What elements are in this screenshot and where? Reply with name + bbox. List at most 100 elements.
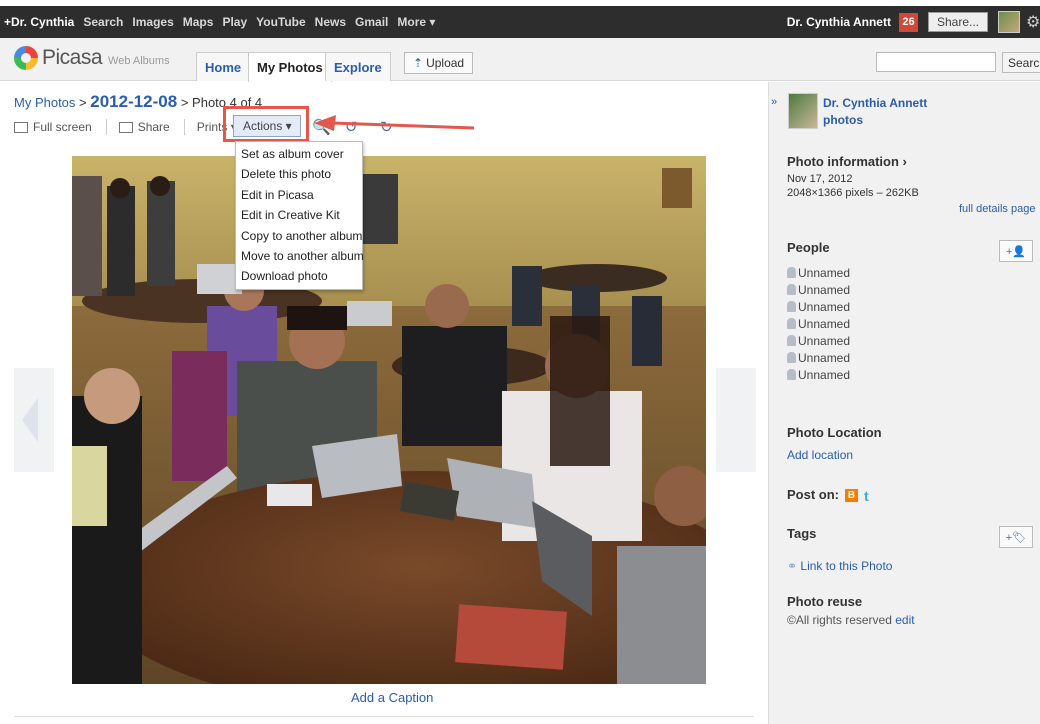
blogger-icon[interactable]: B (845, 489, 858, 503)
photo-information-heading[interactable]: Photo information › (787, 154, 907, 169)
rights-row: ©All rights reserved edit (787, 613, 915, 627)
share-photo-button[interactable]: Share (118, 120, 170, 134)
gbar-link-more[interactable]: More ▾ (397, 15, 435, 29)
gbar-link-play[interactable]: Play (222, 15, 247, 29)
main-photo (72, 156, 706, 684)
photo-reuse-heading: Photo reuse (787, 594, 863, 609)
person-icon (787, 267, 796, 278)
search-input[interactable] (876, 52, 996, 72)
toolbar-divider (183, 119, 185, 135)
upload-label: Upload (426, 56, 465, 70)
owner-photos-link[interactable]: photos (823, 113, 863, 127)
people-list: Unnamed Unnamed Unnamed Unnamed Unnamed … (787, 264, 850, 383)
list-item[interactable]: Unnamed (787, 281, 850, 298)
menu-item-move-to-album[interactable]: Move to another album (236, 246, 364, 266)
edit-rights-link[interactable]: edit (895, 613, 914, 627)
add-tag-icon: +🏷 (1005, 531, 1027, 544)
menu-item-edit-in-creative-kit[interactable]: Edit in Creative Kit (236, 205, 362, 225)
picasa-pinwheel-icon (14, 46, 38, 70)
owner-avatar[interactable] (788, 93, 818, 129)
account-avatar[interactable] (998, 11, 1020, 33)
photo-date: Nov 17, 2012 (787, 173, 853, 185)
full-details-link[interactable]: full details page (959, 203, 1035, 215)
tab-home[interactable]: Home (196, 52, 251, 81)
person-icon (787, 369, 796, 380)
people-heading: People (787, 240, 830, 255)
link-to-photo-label: Link to this Photo (800, 559, 893, 573)
gbar-link-search[interactable]: Search (83, 15, 123, 29)
fullscreen-label: Full screen (33, 120, 92, 134)
logo-subtitle: Web Albums (108, 55, 170, 67)
toolbar-divider (105, 119, 107, 135)
photo-toolbar: Full screen Share Prints ▾ (14, 116, 251, 138)
gbar-link-maps[interactable]: Maps (183, 15, 214, 29)
account-name[interactable]: Dr. Cynthia Annett (787, 15, 891, 29)
tab-my-photos[interactable]: My Photos (248, 52, 332, 82)
upload-button[interactable]: ⇡ Upload (404, 52, 474, 74)
google-bar: +Dr. Cynthia Search Images Maps Play You… (0, 0, 1040, 38)
fullscreen-button[interactable]: Full screen (14, 120, 92, 134)
add-location-link[interactable]: Add location (787, 448, 853, 462)
share-photo-label: Share (137, 120, 170, 134)
list-item[interactable]: Unnamed (787, 366, 850, 383)
menu-item-set-album-cover[interactable]: Set as album cover (236, 144, 362, 164)
link-to-photo[interactable]: ⚭ Link to this Photo (787, 559, 892, 573)
annotation-arrow (314, 115, 475, 131)
menu-item-delete-photo[interactable]: Delete this photo (236, 164, 362, 184)
gbar-link-gmail[interactable]: Gmail (355, 15, 388, 29)
tab-explore[interactable]: Explore (325, 52, 391, 81)
list-item[interactable]: Unnamed (787, 264, 850, 281)
list-item[interactable]: Unnamed (787, 349, 850, 366)
search-button[interactable]: Search (1002, 52, 1040, 73)
envelope-icon (118, 121, 133, 133)
rights-text: All rights reserved (795, 613, 892, 627)
menu-item-download-photo[interactable]: Download photo (236, 266, 362, 286)
photo-location-heading: Photo Location (787, 425, 882, 440)
list-item[interactable]: Unnamed (787, 332, 850, 349)
fullscreen-icon (14, 121, 28, 133)
notification-badge[interactable]: 26 (898, 12, 918, 32)
highlight-box (223, 106, 309, 142)
collapse-sidebar-button[interactable]: » (771, 96, 777, 108)
person-icon (787, 318, 796, 329)
list-item[interactable]: Unnamed (787, 315, 850, 332)
breadcrumb-album[interactable]: 2012-12-08 (90, 92, 177, 111)
menu-item-edit-in-picasa[interactable]: Edit in Picasa (236, 185, 362, 205)
tags-heading: Tags (787, 526, 817, 541)
link-icon: ⚭ (787, 559, 798, 573)
bottom-divider (14, 716, 754, 724)
gbar-link-profile[interactable]: +Dr. Cynthia (4, 15, 74, 29)
add-person-button[interactable]: +👤 (999, 240, 1033, 262)
copyright-icon: © (787, 613, 796, 627)
post-on-row: Post on: Bt (787, 487, 869, 504)
actions-menu: Set as album cover Delete this photo Edi… (235, 141, 364, 290)
next-photo-button[interactable] (716, 368, 756, 472)
photo-dimensions: 2048×1366 pixels – 262KB (787, 187, 919, 199)
breadcrumb-separator: > (75, 95, 91, 110)
logo-text: Picasa (42, 46, 103, 69)
gbar-link-youtube[interactable]: YouTube (256, 15, 306, 29)
list-item[interactable]: Unnamed (787, 298, 850, 315)
person-icon (787, 352, 796, 363)
picasa-logo[interactable]: Picasa Web Albums (14, 46, 170, 70)
owner-name-link[interactable]: Dr. Cynthia Annett (823, 96, 927, 110)
gbar-link-news[interactable]: News (315, 15, 346, 29)
add-person-icon: +👤 (1005, 245, 1027, 258)
gear-icon[interactable]: ⚙ (1026, 12, 1040, 32)
add-tag-button[interactable]: +🏷 (999, 526, 1033, 548)
picasa-header: Picasa Web Albums Home My Photos Explore… (0, 38, 1040, 82)
gbar-link-images[interactable]: Images (132, 15, 173, 29)
google-bar-links: +Dr. Cynthia Search Images Maps Play You… (0, 15, 444, 29)
google-bar-right: Dr. Cynthia Annett 26 Share... ⚙ (787, 6, 1040, 38)
photo-illustration (72, 156, 706, 684)
person-icon (787, 284, 796, 295)
twitter-icon[interactable]: t (864, 488, 869, 504)
menu-item-copy-to-album[interactable]: Copy to another album (236, 226, 362, 246)
post-on-label: Post on: (787, 487, 839, 502)
person-icon (787, 301, 796, 312)
breadcrumb-my-photos[interactable]: My Photos (14, 95, 75, 110)
breadcrumb-separator: > (177, 95, 193, 110)
previous-photo-button[interactable] (14, 368, 54, 472)
add-caption-link[interactable]: Add a Caption (351, 690, 433, 705)
share-button[interactable]: Share... (927, 12, 988, 32)
